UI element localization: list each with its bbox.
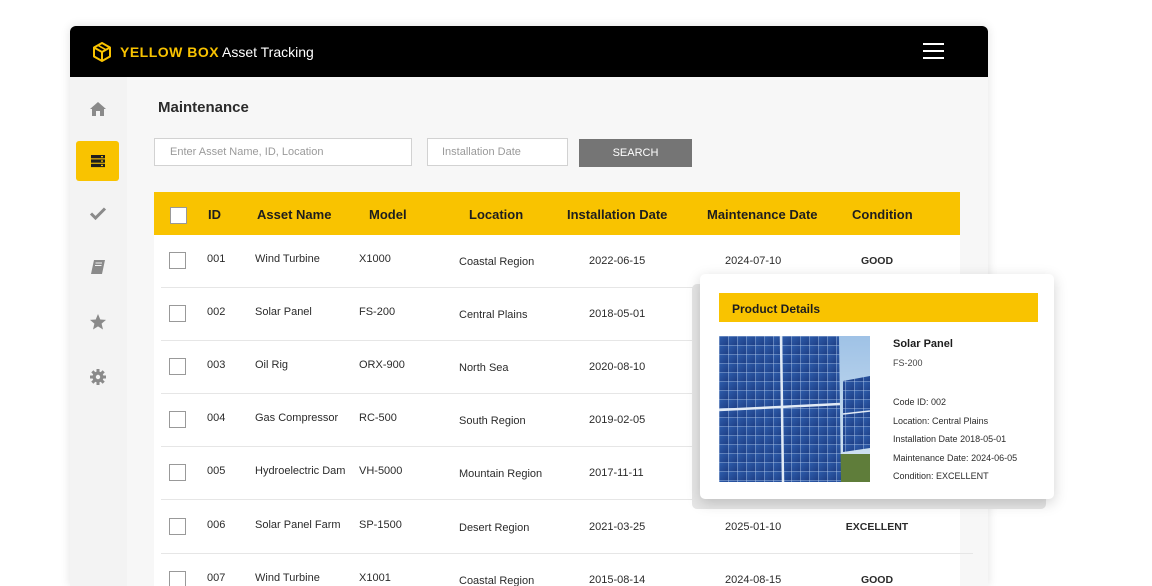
row-checkbox[interactable]	[169, 252, 186, 269]
top-bar: YELLOW BOX Asset Tracking	[70, 26, 988, 77]
cell-installation-date: 2021-03-25	[589, 521, 646, 533]
app-name: Asset Tracking	[222, 44, 314, 60]
popup-header: Product Details	[719, 293, 1038, 322]
header-condition: Condition	[852, 207, 913, 222]
book-icon	[90, 260, 105, 274]
cell-asset-name: Solar Panel Farm	[255, 519, 341, 531]
cell-installation-date: 2022-06-15	[589, 255, 646, 267]
server-icon	[90, 155, 105, 168]
row-checkbox[interactable]	[169, 571, 186, 586]
page-title: Maintenance	[158, 99, 249, 116]
cell-id: 006	[207, 519, 226, 531]
row-checkbox[interactable]	[169, 411, 186, 428]
product-details-popup: Product Details Solar Panel FS-200 Code …	[700, 274, 1054, 499]
info-maintenance-date: Maintenance Date: 2024-06-05	[893, 452, 1018, 463]
cell-asset-name: Wind Turbine	[255, 572, 320, 584]
row-checkbox[interactable]	[169, 518, 186, 535]
star-icon	[89, 314, 106, 330]
row-checkbox[interactable]	[169, 464, 186, 481]
cell-asset-name: Hydroelectric Dam	[255, 465, 346, 477]
cell-id: 001	[207, 253, 226, 265]
cell-id: 005	[207, 465, 226, 477]
cell-installation-date: 2020-08-10	[589, 361, 646, 373]
sidebar-item-settings[interactable]	[76, 357, 119, 397]
info-condition: Condition: EXCELLENT	[893, 471, 989, 481]
info-code-id: Code ID: 002	[893, 397, 947, 407]
installation-date-input[interactable]	[427, 138, 568, 166]
sidebar-item-home[interactable]	[76, 89, 119, 129]
cell-location: Desert Region	[459, 522, 530, 534]
cell-id: 007	[207, 572, 226, 584]
sidebar-item-tasks[interactable]	[76, 193, 119, 233]
popup-info: Solar Panel FS-200 Code ID: 002 Location…	[893, 338, 1043, 481]
cell-location: Coastal Region	[459, 575, 535, 586]
cell-model: VH-5000	[359, 465, 403, 477]
cell-id: 003	[207, 359, 226, 371]
cell-condition: GOOD	[860, 255, 894, 267]
cell-model: ORX-900	[359, 359, 405, 371]
row-checkbox[interactable]	[169, 305, 186, 322]
sidebar-item-favorites[interactable]	[76, 302, 119, 342]
popup-title: Product Details	[732, 302, 821, 316]
cell-installation-date: 2017-11-11	[589, 467, 644, 479]
cell-installation-date: 2018-05-01	[589, 308, 646, 320]
row-checkbox[interactable]	[169, 358, 186, 375]
sidebar-item-assets[interactable]	[76, 141, 119, 181]
cell-model: X1000	[359, 253, 391, 265]
select-all-checkbox[interactable]	[170, 207, 187, 224]
brand-name: YELLOW BOX	[120, 44, 220, 60]
sidebar-item-docs[interactable]	[76, 247, 119, 287]
header-id: ID	[208, 207, 221, 222]
cell-id: 002	[207, 306, 226, 318]
info-location: Location: Central Plains	[893, 415, 989, 426]
cell-asset-name: Solar Panel	[255, 306, 312, 318]
solar-panel-image	[719, 336, 870, 482]
hamburger-menu-icon[interactable]	[923, 43, 944, 59]
cell-location: North Sea	[459, 362, 509, 374]
cell-maintenance-date: 2025-01-10	[725, 521, 782, 533]
cell-id: 004	[207, 412, 226, 424]
cell-condition: GOOD	[860, 574, 894, 586]
info-installation-date: Installation Date 2018-05-01	[893, 434, 1007, 444]
product-name: Solar Panel	[893, 338, 953, 350]
header-maintenance-date: Maintenance Date	[707, 207, 818, 222]
gear-icon	[89, 369, 106, 385]
cell-installation-date: 2019-02-05	[589, 414, 646, 426]
cell-model: FS-200	[359, 306, 396, 318]
table-row[interactable]: 007 Wind Turbine X1001 Coastal Region 2015-0…	[161, 554, 973, 586]
cell-condition: EXCELLENT	[845, 521, 909, 533]
sidebar	[70, 77, 127, 586]
search-button[interactable]: SEARCH	[579, 139, 692, 167]
header-asset-name: Asset Name	[257, 207, 332, 222]
cell-maintenance-date: 2024-08-15	[725, 574, 782, 586]
header-model: Model	[369, 207, 407, 222]
table-header: ID Asset Name Model Location Installatio…	[154, 192, 960, 235]
cell-location: South Region	[459, 415, 526, 427]
header-location: Location	[469, 207, 524, 222]
cell-installation-date: 2015-08-14	[589, 574, 646, 586]
cell-location: Coastal Region	[459, 256, 535, 268]
check-icon	[89, 207, 106, 221]
cell-asset-name: Gas Compressor	[255, 412, 339, 424]
cell-location: Central Plains	[459, 309, 528, 321]
cell-model: X1001	[359, 572, 391, 584]
cell-asset-name: Oil Rig	[255, 359, 289, 371]
cell-maintenance-date: 2024-07-10	[725, 255, 782, 267]
cell-model: RC-500	[359, 412, 397, 424]
search-input[interactable]	[154, 138, 412, 166]
home-icon	[89, 102, 106, 116]
cell-model: SP-1500	[359, 519, 402, 531]
cell-location: Mountain Region	[459, 468, 543, 480]
cell-asset-name: Wind Turbine	[255, 253, 320, 265]
header-installation-date: Installation Date	[567, 207, 668, 222]
box-icon	[93, 42, 111, 62]
product-model: FS-200	[893, 358, 923, 368]
